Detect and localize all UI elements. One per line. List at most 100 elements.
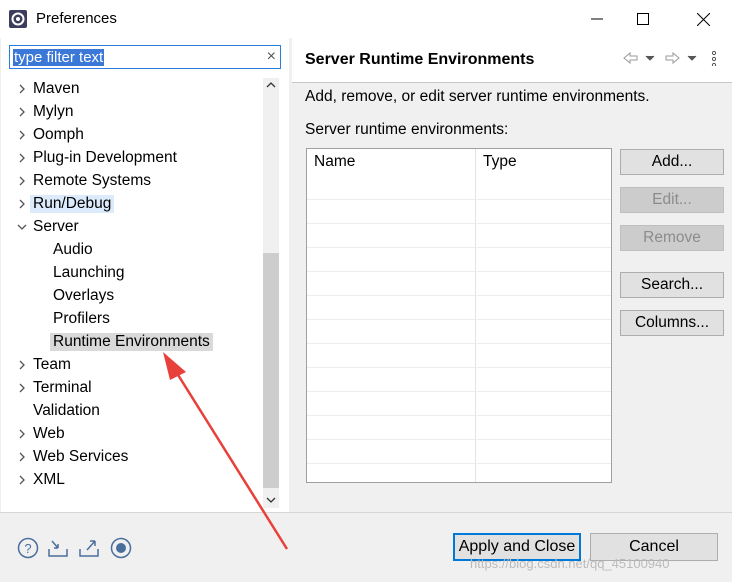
chevron-right-icon[interactable]: [17, 107, 27, 117]
tree-scrollbar[interactable]: [263, 78, 279, 508]
grid-line: [307, 367, 611, 368]
tree-item-oomph[interactable]: Oomph: [1, 124, 263, 147]
title-bar: Preferences: [0, 0, 732, 38]
chevron-right-icon[interactable]: [17, 199, 27, 209]
tree-item-label: Launching: [53, 264, 125, 281]
tree-item-web[interactable]: Web: [1, 423, 263, 446]
remove-button[interactable]: Remove: [620, 225, 724, 251]
tree-item-label: Runtime Environments: [50, 333, 213, 351]
chevron-right-icon[interactable]: [17, 452, 27, 462]
chevron-right-icon[interactable]: [17, 475, 27, 485]
edit-button[interactable]: Edit...: [620, 187, 724, 213]
preferences-tree-panel: type filter text × Maven Mylyn Oomph Plu…: [1, 38, 289, 512]
grid-line: [307, 271, 611, 272]
page-title: Server Runtime Environments: [305, 51, 535, 68]
tree-item-label: Profilers: [53, 310, 110, 327]
filter-input-text: type filter text: [13, 49, 105, 66]
tree-item-label: Overlays: [53, 287, 115, 304]
grid-line: [307, 391, 611, 392]
tree-item-terminal[interactable]: Terminal: [1, 377, 263, 400]
preference-page: Server Runtime Environments Add, remove,…: [292, 38, 732, 512]
grid-line: [307, 223, 611, 224]
scroll-down-icon[interactable]: [266, 496, 276, 504]
tree-item-label: Mylyn: [33, 103, 74, 120]
tree-item-server[interactable]: Server: [1, 216, 263, 239]
tree-item-team[interactable]: Team: [1, 354, 263, 377]
chevron-right-icon[interactable]: [17, 130, 27, 140]
chevron-right-icon[interactable]: [17, 429, 27, 439]
grid-line: [307, 247, 611, 248]
runtimes-list-label: Server runtime environments:: [305, 121, 509, 138]
chevron-right-icon[interactable]: [17, 84, 27, 94]
maximize-icon: [637, 13, 649, 25]
tree-item-label: Remote Systems: [33, 172, 152, 189]
tree-item-label: Web Services: [33, 448, 129, 465]
close-icon: [696, 12, 710, 26]
tree-item-label: Validation: [33, 402, 100, 419]
grid-line: [307, 415, 611, 416]
clear-filter-icon[interactable]: ×: [267, 48, 276, 66]
grid-line: [307, 295, 611, 296]
tree-item-label: Team: [33, 356, 71, 373]
tree-item-validation[interactable]: Validation: [1, 400, 263, 423]
tree-item-label: Run/Debug: [30, 195, 115, 213]
maximize-button[interactable]: [620, 0, 666, 38]
tree-item-remote-systems[interactable]: Remote Systems: [1, 170, 263, 193]
forward-nav-icon[interactable]: [664, 50, 698, 66]
tree-item-audio[interactable]: Audio: [1, 239, 263, 262]
tree-item-label: XML: [33, 471, 65, 488]
tree-item-label: Maven: [33, 80, 80, 97]
close-window-button[interactable]: [680, 0, 726, 38]
more-menu-icon[interactable]: [710, 50, 718, 66]
filter-input[interactable]: type filter text ×: [9, 45, 281, 69]
tree-item-run-debug[interactable]: Run/Debug: [1, 193, 263, 216]
tree-item-profilers[interactable]: Profilers: [1, 308, 263, 331]
tree-item-label: Terminal: [33, 379, 92, 396]
tree-item-label: Audio: [53, 241, 93, 258]
minimize-button[interactable]: [574, 0, 620, 38]
add-button[interactable]: Add...: [620, 149, 724, 175]
grid-line: [307, 463, 611, 464]
tree-item-runtime-environments[interactable]: Runtime Environments: [1, 331, 263, 354]
record-icon[interactable]: [110, 537, 132, 559]
column-header-type[interactable]: Type: [483, 153, 517, 171]
tree-item-label: Web: [33, 425, 65, 442]
chevron-right-icon[interactable]: [17, 176, 27, 186]
column-header-name[interactable]: Name: [314, 153, 355, 171]
export-icon[interactable]: [78, 537, 100, 559]
scroll-up-icon[interactable]: [266, 81, 276, 89]
tree-item-plugin-development[interactable]: Plug-in Development: [1, 147, 263, 170]
back-nav-icon[interactable]: [622, 50, 656, 66]
tree-item-web-services[interactable]: Web Services: [1, 446, 263, 469]
window-title: Preferences: [36, 10, 117, 27]
dialog-footer: ? Apply and Close Cancel: [0, 512, 732, 582]
page-description: Add, remove, or edit server runtime envi…: [305, 88, 650, 105]
grid-line: [307, 199, 611, 200]
grid-line: [307, 319, 611, 320]
runtimes-table[interactable]: Name Type: [306, 148, 612, 483]
chevron-right-icon[interactable]: [17, 153, 27, 163]
grid-line: [307, 343, 611, 344]
tree-item-maven[interactable]: Maven: [1, 78, 263, 101]
page-header: Server Runtime Environments: [292, 38, 732, 83]
tree-item-label: Server: [33, 218, 79, 235]
tree-item-label: Oomph: [33, 126, 84, 143]
import-icon[interactable]: [47, 537, 69, 559]
columns-button[interactable]: Columns...: [620, 310, 724, 336]
chevron-right-icon[interactable]: [17, 360, 27, 370]
chevron-down-icon[interactable]: [17, 222, 27, 232]
minimize-icon: [591, 18, 603, 20]
tree-item-overlays[interactable]: Overlays: [1, 285, 263, 308]
scrollbar-thumb[interactable]: [263, 253, 279, 488]
tree-item-launching[interactable]: Launching: [1, 262, 263, 285]
svg-text:?: ?: [24, 541, 31, 556]
tree-item-xml[interactable]: XML: [1, 469, 263, 492]
watermark-text: https://blog.csdn.net/qq_45100940: [470, 556, 670, 571]
tree-item-mylyn[interactable]: Mylyn: [1, 101, 263, 124]
search-button[interactable]: Search...: [620, 272, 724, 298]
tree-item-label: Plug-in Development: [33, 149, 177, 166]
help-icon[interactable]: ?: [17, 537, 39, 559]
eclipse-gear-icon: [9, 10, 27, 28]
chevron-right-icon[interactable]: [17, 383, 27, 393]
grid-line: [307, 439, 611, 440]
